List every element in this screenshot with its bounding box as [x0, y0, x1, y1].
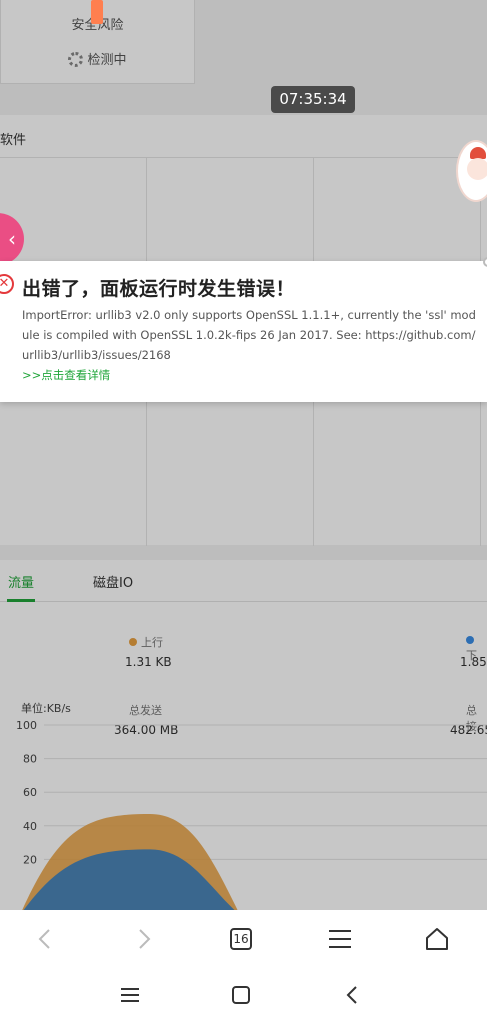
error-message: ImportError: urllib3 v2.0 only supports …: [22, 308, 476, 362]
tab-disk-io[interactable]: 磁盘IO: [93, 572, 133, 591]
system-nav-bar: [0, 968, 487, 1024]
error-popup[interactable]: ✕ 出错了，面板运行时发生错误！ ImportError: urllib3 v2…: [0, 257, 487, 402]
home-button[interactable]: [422, 924, 452, 954]
download-value: 1.85: [460, 655, 487, 669]
orange-flag-icon: [91, 0, 103, 24]
y-tick-label: 60: [23, 786, 37, 799]
home-icon: [426, 928, 448, 950]
software-title: 软件: [0, 133, 27, 148]
chevron-left-icon: [38, 929, 50, 949]
clock-badge: 07:35:34: [271, 86, 355, 113]
back-button[interactable]: [29, 924, 59, 954]
tabs-button[interactable]: 16: [226, 924, 256, 954]
legend-upload-label: 上行: [141, 636, 163, 649]
y-tick-label: 40: [23, 820, 37, 833]
menu-button[interactable]: [325, 924, 355, 954]
traffic-tabs: 流量 磁盘IO: [0, 560, 487, 602]
tab-traffic[interactable]: 流量: [8, 572, 34, 591]
menu-icon: [329, 930, 351, 948]
y-tick-label: 80: [23, 753, 37, 766]
recent-apps-button[interactable]: [115, 982, 145, 1008]
upload-dot-icon: [129, 638, 137, 646]
back-arrow-icon: [346, 986, 357, 1004]
download-dot-icon: [466, 636, 474, 644]
y-tick-label: 20: [23, 853, 37, 866]
traffic-chart: 100 80 60 40 20: [16, 719, 487, 910]
square-home-icon: [232, 986, 250, 1004]
upload-value: 1.31 KB: [125, 655, 172, 669]
risk-status: 检测中: [1, 49, 194, 68]
system-home-button[interactable]: [226, 982, 256, 1008]
system-back-button[interactable]: [337, 982, 367, 1008]
forward-button[interactable]: [130, 924, 160, 954]
recent-apps-icon: [121, 988, 139, 1002]
legend-upload: 上行: [129, 634, 163, 650]
risk-status-text: 检测中: [87, 53, 127, 68]
popup-edge-handle: [483, 257, 487, 267]
loading-spinner-icon: [68, 52, 84, 67]
error-title: 出错了，面板运行时发生错误！: [22, 278, 296, 300]
traffic-card: 流量 磁盘IO 上行 1.31 KB 下 1.85 总发送 364.00 MB …: [0, 560, 487, 910]
page-background: 安全风险 检测中 软件 ‹ 流量 磁盘IO 上行 1.31 KB 下 1.85: [0, 0, 487, 910]
error-close-icon[interactable]: ✕: [0, 274, 14, 294]
browser-toolbar: 16: [0, 910, 487, 968]
chevron-right-icon: [139, 929, 151, 949]
y-tick-label: 100: [16, 719, 37, 732]
tab-count: 16: [230, 928, 252, 950]
error-details-link[interactable]: >>点击查看详情: [22, 367, 110, 383]
active-tab-indicator: [7, 599, 35, 602]
